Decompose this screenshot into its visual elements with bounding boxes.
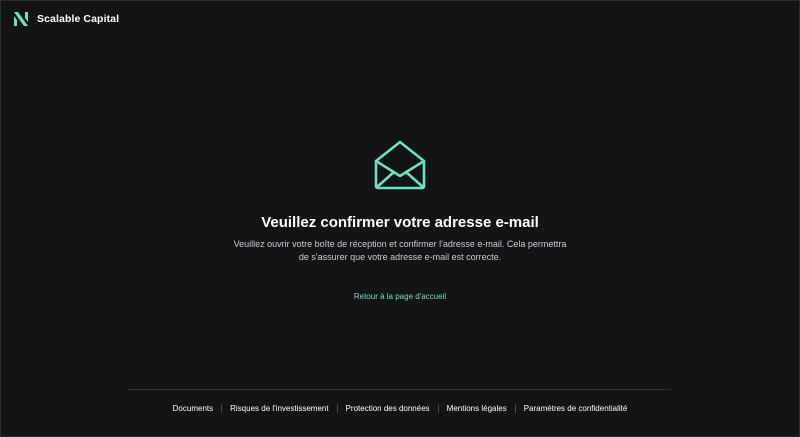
header: Scalable Capital — [13, 11, 119, 27]
back-to-home-link-container: Retour à la page d'accueil — [0, 292, 800, 301]
description: Veuillez ouvrir votre boîte de réception… — [200, 238, 600, 264]
open-envelope-icon — [374, 140, 426, 190]
back-to-home-link[interactable]: Retour à la page d'accueil — [354, 292, 446, 301]
footer-link-data-protection[interactable]: Protection des données — [346, 404, 430, 413]
footer-separator — [336, 404, 338, 413]
description-line-2: de s'assurer que votre adresse e-mail es… — [298, 252, 502, 262]
footer-link-investment-risks[interactable]: Risques de l'investissement — [230, 404, 328, 413]
description-line-1: Veuillez ouvrir votre boîte de réception… — [233, 239, 567, 249]
footer-link-documents[interactable]: Documents — [173, 404, 213, 413]
footer: Documents Risques de l'investissement Pr… — [0, 404, 800, 413]
footer-link-legal-notice[interactable]: Mentions légales — [447, 404, 507, 413]
footer-divider — [128, 389, 671, 390]
scalable-logo-icon[interactable] — [13, 11, 29, 27]
footer-separator — [437, 404, 439, 413]
brand-name[interactable]: Scalable Capital — [37, 13, 119, 25]
page-title: Veuillez confirmer votre adresse e-mail — [261, 214, 539, 231]
footer-link-privacy-settings[interactable]: Paramètres de confidentialité — [524, 404, 628, 413]
footer-separator — [221, 404, 223, 413]
footer-separator — [514, 404, 516, 413]
